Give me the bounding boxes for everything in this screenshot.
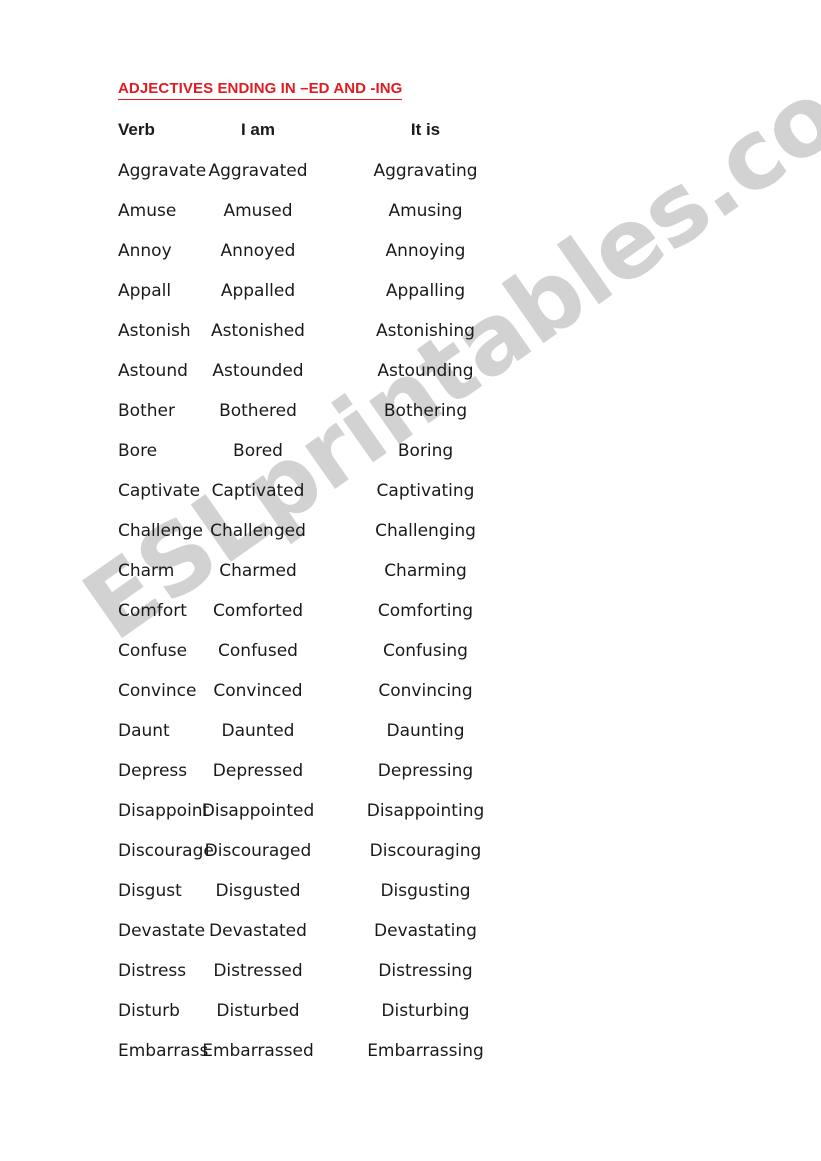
cell-it-is: Discouraging — [369, 841, 482, 861]
cell-verb: Confuse — [118, 641, 188, 661]
cell-i-am: Charmed — [219, 561, 297, 581]
cell-i-am: Depressed — [212, 761, 304, 781]
table-row: Disturb Disturbed Disturbing — [0, 991, 821, 1031]
cell-i-am: Bothered — [219, 401, 297, 421]
cell-i-am: Challenged — [210, 521, 306, 541]
cell-i-am: Disturbed — [216, 1001, 300, 1021]
cell-i-am: Distressed — [213, 961, 303, 981]
table-row: Astonish Astonished Astonishing — [0, 311, 821, 351]
cell-i-am: Embarrassed — [202, 1041, 314, 1061]
table-row: Appall Appalled Appalling — [0, 271, 821, 311]
cell-it-is: Annoying — [385, 241, 466, 261]
cell-it-is: Comforting — [377, 601, 474, 621]
cell-i-am: Astonished — [211, 321, 305, 341]
table-row: Challenge Challenged Challenging — [0, 511, 821, 551]
table-row: Discourage Discouraged Discouraging — [0, 831, 821, 871]
table-header-row: Verb I am It is — [0, 110, 821, 150]
cell-verb: Charm — [118, 561, 175, 581]
cell-i-am: Bored — [233, 441, 283, 461]
cell-it-is: Amusing — [388, 201, 463, 221]
worksheet-content: ADJECTIVES ENDING IN –ED AND -ING Verb I… — [0, 0, 821, 1161]
cell-it-is: Devastating — [374, 921, 477, 941]
table-row: Embarrass Embarrassed Embarrassing — [0, 1031, 821, 1071]
cell-it-is: Disturbing — [381, 1001, 470, 1021]
cell-i-am: Comforted — [212, 601, 304, 621]
cell-verb: Daunt — [118, 721, 170, 741]
table-row: Confuse Confused Confusing — [0, 631, 821, 671]
cell-i-am: Devastated — [209, 921, 307, 941]
cell-it-is: Embarrassing — [367, 1041, 484, 1061]
cell-i-am: Annoyed — [220, 241, 296, 261]
cell-verb: Annoy — [118, 241, 172, 261]
cell-i-am: Aggravated — [208, 161, 308, 181]
table-row: Bother Bothered Bothering — [0, 391, 821, 431]
table-row: Bore Bored Boring — [0, 431, 821, 471]
cell-it-is: Captivating — [376, 481, 475, 501]
cell-i-am: Astounded — [212, 361, 304, 381]
cell-verb: Comfort — [118, 601, 187, 621]
cell-it-is: Depressing — [377, 761, 474, 781]
table-row: Daunt Daunted Daunting — [0, 711, 821, 751]
table-row: Convince Convinced Convincing — [0, 671, 821, 711]
table-row: Comfort Comforted Comforting — [0, 591, 821, 631]
table-row: Distress Distressed Distressing — [0, 951, 821, 991]
table-row: Annoy Annoyed Annoying — [0, 231, 821, 271]
table-row: Disgust Disgusted Disgusting — [0, 871, 821, 911]
worksheet-page: ESLprintables.com ADJECTIVES ENDING IN –… — [0, 0, 821, 1161]
table-row: Charm Charmed Charming — [0, 551, 821, 591]
column-header-i-am: I am — [240, 120, 276, 139]
cell-it-is: Disappointing — [366, 801, 485, 821]
cell-it-is: Boring — [397, 441, 454, 461]
cell-i-am: Captivated — [211, 481, 305, 501]
cell-it-is: Distressing — [378, 961, 473, 981]
table-row: Depress Depressed Depressing — [0, 751, 821, 791]
cell-it-is: Astonishing — [376, 321, 475, 341]
cell-verb: Bore — [118, 441, 158, 461]
cell-i-am: Confused — [218, 641, 298, 661]
table-row: Devastate Devastated Devastating — [0, 911, 821, 951]
cell-i-am: Disappointed — [201, 801, 315, 821]
table-row: Amuse Amused Amusing — [0, 191, 821, 231]
cell-verb: Distress — [118, 961, 187, 981]
cell-it-is: Daunting — [386, 721, 465, 741]
cell-it-is: Appalling — [385, 281, 466, 301]
cell-it-is: Disgusting — [380, 881, 471, 901]
cell-it-is: Confusing — [383, 641, 468, 661]
cell-i-am: Daunted — [221, 721, 295, 741]
page-title: ADJECTIVES ENDING IN –ED AND -ING — [118, 80, 403, 100]
table-row: Astound Astounded Astounding — [0, 351, 821, 391]
cell-it-is: Bothering — [383, 401, 468, 421]
table-row: Captivate Captivated Captivating — [0, 471, 821, 511]
column-header-verb: Verb — [118, 120, 155, 139]
cell-i-am: Discouraged — [204, 841, 312, 861]
cell-it-is: Convincing — [378, 681, 473, 701]
cell-it-is: Astounding — [377, 361, 474, 381]
cell-i-am: Convinced — [213, 681, 303, 701]
cell-it-is: Charming — [384, 561, 467, 581]
column-header-it-is: It is — [410, 120, 441, 139]
cell-verb: Bother — [118, 401, 175, 421]
table-row: Disappoint Disappointed Disappointing — [0, 791, 821, 831]
cell-i-am: Amused — [223, 201, 293, 221]
table-row: Aggravate Aggravated Aggravating — [0, 151, 821, 191]
cell-it-is: Aggravating — [373, 161, 478, 181]
cell-verb: Amuse — [118, 201, 177, 221]
cell-verb: Disturb — [118, 1001, 180, 1021]
cell-verb: Depress — [118, 761, 188, 781]
cell-i-am: Disgusted — [215, 881, 301, 901]
cell-i-am: Appalled — [220, 281, 296, 301]
cell-verb: Appall — [118, 281, 172, 301]
cell-verb: Disgust — [118, 881, 182, 901]
cell-it-is: Challenging — [375, 521, 476, 541]
